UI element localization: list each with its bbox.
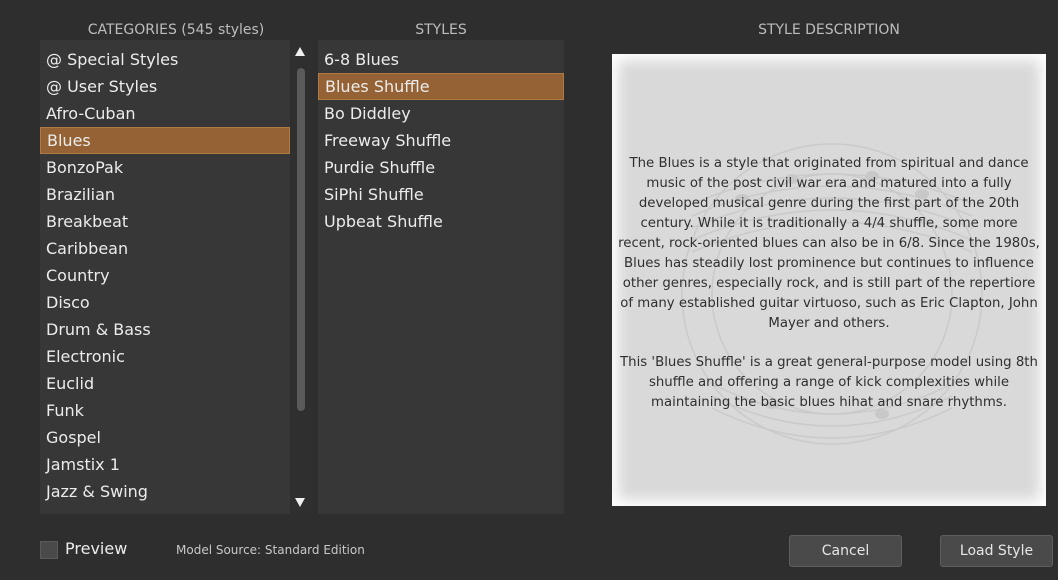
styles-list[interactable]: 6-8 Blues Blues Shuffle Bo Diddley Freeway … bbox=[318, 40, 564, 514]
categories-list[interactable]: @ Special Styles @ User Styles Afro-Cuban B… bbox=[40, 40, 312, 514]
style-item[interactable]: Freeway Shuffle bbox=[318, 127, 564, 154]
model-source-text: Model Source: Standard Edition bbox=[176, 543, 365, 557]
category-item[interactable]: @ Special Styles bbox=[40, 46, 290, 73]
category-item[interactable]: Caribbean bbox=[40, 235, 290, 262]
category-item[interactable]: Country bbox=[40, 262, 290, 289]
category-item[interactable]: @ User Styles bbox=[40, 73, 290, 100]
category-item[interactable]: Afro-Cuban bbox=[40, 100, 290, 127]
styles-header: STYLES bbox=[415, 22, 467, 38]
load-style-button[interactable]: Load Style bbox=[940, 535, 1053, 567]
category-item[interactable]: Blues bbox=[40, 127, 290, 154]
categories-scrollbar[interactable] bbox=[290, 40, 312, 514]
category-item[interactable]: Brazilian bbox=[40, 181, 290, 208]
category-item[interactable]: Funk bbox=[40, 397, 290, 424]
category-item[interactable]: Jazz & Swing bbox=[40, 478, 290, 505]
category-item[interactable]: Jamstix 1 bbox=[40, 451, 290, 478]
style-item[interactable]: 6-8 Blues bbox=[318, 46, 564, 73]
style-item[interactable]: Blues Shuffle bbox=[318, 73, 564, 100]
description-paragraph-1: The Blues is a style that originated fro… bbox=[618, 156, 1040, 331]
style-item[interactable]: Purdie Shuffle bbox=[318, 154, 564, 181]
category-item[interactable]: Gospel bbox=[40, 424, 290, 451]
cancel-button[interactable]: Cancel bbox=[789, 535, 902, 567]
category-item[interactable]: Disco bbox=[40, 289, 290, 316]
category-item[interactable]: Breakbeat bbox=[40, 208, 290, 235]
scroll-down-arrow-icon[interactable] bbox=[295, 498, 305, 507]
style-item[interactable]: Upbeat Shuffle bbox=[318, 208, 564, 235]
description-header: STYLE DESCRIPTION bbox=[758, 22, 900, 38]
categories-header: CATEGORIES (545 styles) bbox=[87, 22, 265, 38]
scroll-up-arrow-icon[interactable] bbox=[295, 47, 305, 56]
description-paragraph-2: This 'Blues Shuffle' is a great general-… bbox=[620, 355, 1038, 410]
style-item[interactable]: SiPhi Shuffle bbox=[318, 181, 564, 208]
category-item[interactable]: Electronic bbox=[40, 343, 290, 370]
preview-label[interactable]: Preview bbox=[65, 539, 127, 558]
scroll-thumb[interactable] bbox=[297, 68, 305, 411]
style-description-panel: The Blues is a style that originated fro… bbox=[612, 54, 1046, 506]
preview-checkbox[interactable] bbox=[40, 541, 58, 559]
style-item[interactable]: Bo Diddley bbox=[318, 100, 564, 127]
category-item[interactable]: Euclid bbox=[40, 370, 290, 397]
category-item[interactable]: Drum & Bass bbox=[40, 316, 290, 343]
category-item[interactable]: BonzoPak bbox=[40, 154, 290, 181]
